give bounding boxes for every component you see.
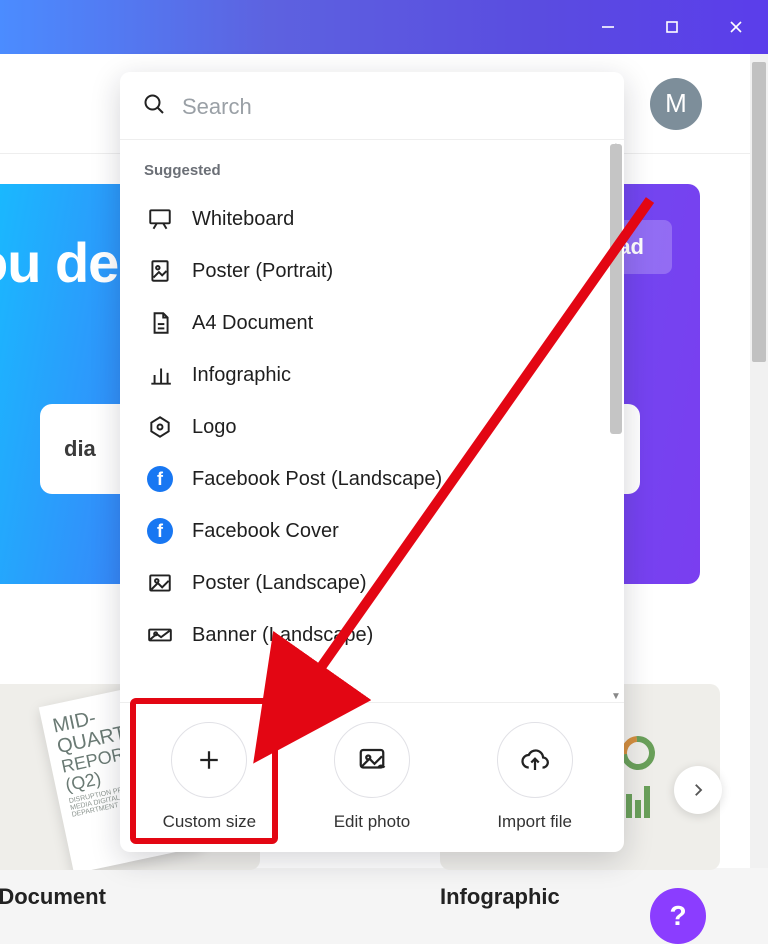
minimize-button[interactable]: [600, 19, 616, 35]
close-button[interactable]: [728, 19, 744, 35]
suggestion-list: Suggested Whiteboard Poster (Portrait) A…: [120, 140, 608, 702]
plus-icon: [171, 722, 247, 798]
carousel-next-button[interactable]: [674, 766, 722, 814]
image-landscape-icon: [146, 569, 174, 597]
document-icon: [146, 309, 174, 337]
suggested-heading: Suggested: [144, 162, 602, 179]
window-titlebar: [0, 0, 768, 54]
image-portrait-icon: [146, 257, 174, 285]
suggestion-label: Poster (Landscape): [192, 572, 367, 595]
scroll-down-arrow[interactable]: ▼: [608, 688, 624, 702]
import-file-action[interactable]: Import file: [460, 722, 610, 832]
suggestion-whiteboard[interactable]: Whiteboard: [142, 193, 602, 245]
suggestion-poster-landscape[interactable]: Poster (Landscape): [142, 557, 602, 609]
whiteboard-icon: [146, 205, 174, 233]
edit-photo-action[interactable]: Edit photo: [297, 722, 447, 832]
suggestion-a4-document[interactable]: A4 Document: [142, 297, 602, 349]
suggestion-scrollbar[interactable]: ▲ ▼: [608, 140, 624, 702]
action-label: Edit photo: [334, 812, 411, 832]
suggestion-label: Infographic: [192, 364, 291, 387]
search-dropdown-panel: Suggested Whiteboard Poster (Portrait) A…: [120, 72, 624, 852]
suggestion-facebook-cover[interactable]: f Facebook Cover: [142, 505, 602, 557]
dropdown-action-row: Custom size Edit photo Import file: [120, 702, 624, 852]
maximize-button[interactable]: [664, 19, 680, 35]
page-scrollbar[interactable]: [750, 54, 768, 868]
hexagon-icon: [146, 413, 174, 441]
bar-chart-icon: [146, 361, 174, 389]
action-label: Custom size: [163, 812, 257, 832]
custom-size-action[interactable]: Custom size: [134, 722, 284, 832]
suggestion-facebook-post[interactable]: f Facebook Post (Landscape): [142, 453, 602, 505]
pill-item-social[interactable]: dia: [64, 436, 96, 462]
suggestion-label: Facebook Post (Landscape): [192, 468, 442, 491]
suggestion-label: Poster (Portrait): [192, 260, 333, 283]
image-wide-icon: [146, 621, 174, 649]
avatar[interactable]: M: [650, 78, 702, 130]
suggestion-label: Facebook Cover: [192, 520, 339, 543]
edit-photo-icon: [334, 722, 410, 798]
search-bar[interactable]: [120, 72, 624, 139]
suggestion-logo[interactable]: Logo: [142, 401, 602, 453]
help-fab[interactable]: ?: [650, 888, 706, 944]
suggestion-label: Logo: [192, 416, 237, 439]
cloud-upload-icon: [497, 722, 573, 798]
suggestion-label: Whiteboard: [192, 208, 294, 231]
suggestion-label: A4 Document: [192, 312, 313, 335]
suggestion-label: Banner (Landscape): [192, 624, 373, 647]
suggestion-infographic[interactable]: Infographic: [142, 349, 602, 401]
action-label: Import file: [497, 812, 572, 832]
suggestion-banner-landscape[interactable]: Banner (Landscape): [142, 609, 602, 661]
avatar-initial: M: [665, 88, 687, 119]
card-caption: Infographic: [440, 884, 560, 910]
facebook-icon: f: [146, 465, 174, 493]
search-input[interactable]: [180, 93, 602, 121]
search-icon: [142, 92, 166, 121]
card-caption: 4 Document: [0, 884, 106, 910]
suggestion-poster-portrait[interactable]: Poster (Portrait): [142, 245, 602, 297]
facebook-icon: f: [146, 517, 174, 545]
